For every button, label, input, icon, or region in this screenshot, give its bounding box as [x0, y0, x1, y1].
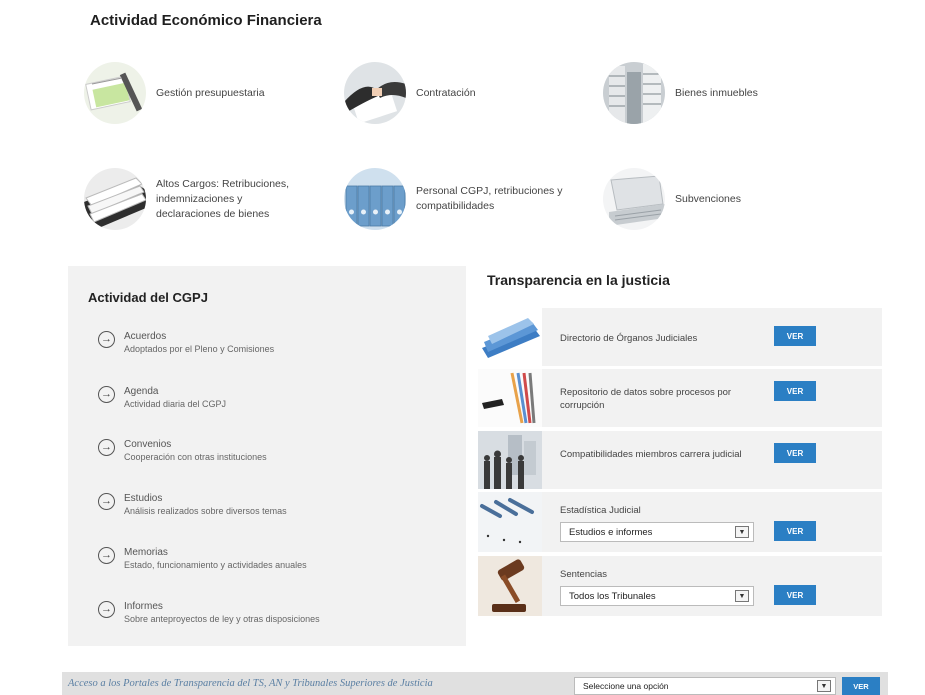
dropdown-arrow-icon: ▼: [817, 680, 831, 692]
ver-button[interactable]: VER: [774, 326, 816, 346]
cgpj-item-memorias[interactable]: → Memorias Estado, funcionamiento y acti…: [98, 546, 307, 572]
eco-item-property[interactable]: Bienes inmuebles: [603, 62, 758, 124]
portals-select[interactable]: Seleccione una opción ▼: [574, 677, 836, 695]
eco-label: Personal CGPJ, retribuciones y compatibi…: [416, 185, 563, 212]
eco-item-contracts[interactable]: Contratación: [344, 62, 476, 124]
justice-row-label: Compatibilidades miembros carrera judici…: [560, 449, 742, 460]
cgpj-item-desc: Sobre anteproyectos de ley y otras dispo…: [124, 614, 320, 624]
justice-row-sentences: Sentencias Todos los Tribunales ▼ VER: [478, 556, 882, 616]
cgpj-item-name: Agenda: [124, 386, 159, 397]
statistics-select[interactable]: Estudios e informes ▼: [560, 522, 754, 542]
justice-row-compatibilities: Compatibilidades miembros carrera judici…: [478, 431, 882, 489]
cgpj-item-estudios[interactable]: → Estudios Análisis realizados sobre div…: [98, 492, 287, 518]
eco-label: Contratación: [416, 86, 476, 99]
contract-handshake-image: [344, 62, 406, 124]
eco-item-budget[interactable]: Gestión presupuestaria: [84, 62, 265, 124]
cgpj-activity-panel: Actividad del CGPJ → Acuerdos Adoptados …: [68, 266, 466, 646]
justice-row-label: Estadística Judicial: [560, 505, 641, 516]
cgpj-item-desc: Análisis realizados sobre diversos temas: [124, 506, 287, 516]
cgpj-item-name: Memorias: [124, 547, 168, 558]
cgpj-item-name: Estudios: [124, 493, 163, 504]
cgpj-item-desc: Actividad diaria del CGPJ: [124, 399, 227, 409]
ver-button[interactable]: VER: [774, 585, 816, 605]
eco-item-staff[interactable]: Personal CGPJ, retribuciones y compatibi…: [344, 168, 576, 230]
cgpj-item-name: Acuerdos: [124, 331, 167, 342]
pens-on-paper-image: [478, 492, 542, 552]
cgpj-item-convenios[interactable]: → Convenios Cooperación con otras instit…: [98, 438, 267, 464]
justice-row-statistics: Estadística Judicial Estudios e informes…: [478, 492, 882, 552]
budget-documents-image: [84, 62, 146, 124]
ver-button[interactable]: VER: [774, 521, 816, 541]
eco-label: Altos Cargos: Retribuciones, indemnizaci…: [156, 177, 290, 220]
cgpj-item-desc: Estado, funcionamiento y actividades anu…: [124, 560, 307, 570]
justice-row-corruption: Repositorio de datos sobre procesos por …: [478, 369, 882, 427]
arrow-right-circle-icon: →: [98, 493, 115, 510]
justice-row-label: Repositorio de datos sobre procesos por …: [560, 387, 732, 411]
cgpj-item-name: Informes: [124, 601, 163, 612]
ver-button[interactable]: VER: [774, 443, 816, 463]
arrow-right-circle-icon: →: [98, 601, 115, 618]
justice-row-directory: Directorio de Órganos Judiciales VER: [478, 308, 882, 366]
portals-access-text: Acceso a los Portales de Transparencia d…: [68, 678, 433, 689]
cgpj-item-name: Convenios: [124, 439, 172, 450]
select-value: Todos los Tribunales: [569, 590, 656, 602]
ver-button[interactable]: VER: [774, 381, 816, 401]
select-value: Estudios e informes: [569, 526, 653, 538]
arrow-right-circle-icon: →: [98, 439, 115, 456]
cgpj-item-informes[interactable]: → Informes Sobre anteproyectos de ley y …: [98, 600, 320, 626]
arrow-right-circle-icon: →: [98, 331, 115, 348]
eco-label: Bienes inmuebles: [675, 86, 758, 99]
laptop-image: [603, 168, 665, 230]
justice-row-label: Directorio de Órganos Judiciales: [560, 333, 698, 344]
arrow-right-circle-icon: →: [98, 547, 115, 564]
cgpj-item-desc: Cooperación con otras instituciones: [124, 452, 267, 462]
dropdown-arrow-icon: ▼: [735, 526, 749, 538]
sentences-select[interactable]: Todos los Tribunales ▼: [560, 586, 754, 606]
eco-item-subsidies[interactable]: Subvenciones: [603, 168, 741, 230]
portals-access-bar: Acceso a los Portales de Transparencia d…: [62, 672, 888, 695]
economic-section-title: Actividad Económico Financiera: [90, 12, 322, 29]
justice-section-title: Transparencia en la justicia: [487, 272, 670, 288]
dropdown-arrow-icon: ▼: [735, 590, 749, 602]
pens-chart-image: [478, 369, 542, 427]
cgpj-panel-title: Actividad del CGPJ: [88, 290, 208, 305]
building-image: [603, 62, 665, 124]
eco-item-senior-posts[interactable]: Altos Cargos: Retribuciones, indemnizaci…: [84, 168, 306, 230]
justice-row-label: Sentencias: [560, 569, 608, 580]
eco-label: Gestión presupuestaria: [156, 86, 265, 99]
cgpj-item-acuerdos[interactable]: → Acuerdos Adoptados por el Pleno y Comi…: [98, 330, 274, 356]
blue-documents-image: [478, 308, 542, 366]
gavel-image: [478, 556, 542, 616]
eco-label: Subvenciones: [675, 192, 741, 205]
city-crowd-image: [478, 431, 542, 489]
select-value: Seleccione una opción: [583, 681, 669, 691]
cgpj-item-agenda[interactable]: → Agenda Actividad diaria del CGPJ: [98, 385, 226, 411]
ver-button[interactable]: VER: [842, 677, 880, 695]
cgpj-item-desc: Adoptados por el Pleno y Comisiones: [124, 344, 275, 354]
paper-stack-image: [84, 168, 146, 230]
arrow-right-circle-icon: →: [98, 386, 115, 403]
binders-image: [344, 168, 406, 230]
